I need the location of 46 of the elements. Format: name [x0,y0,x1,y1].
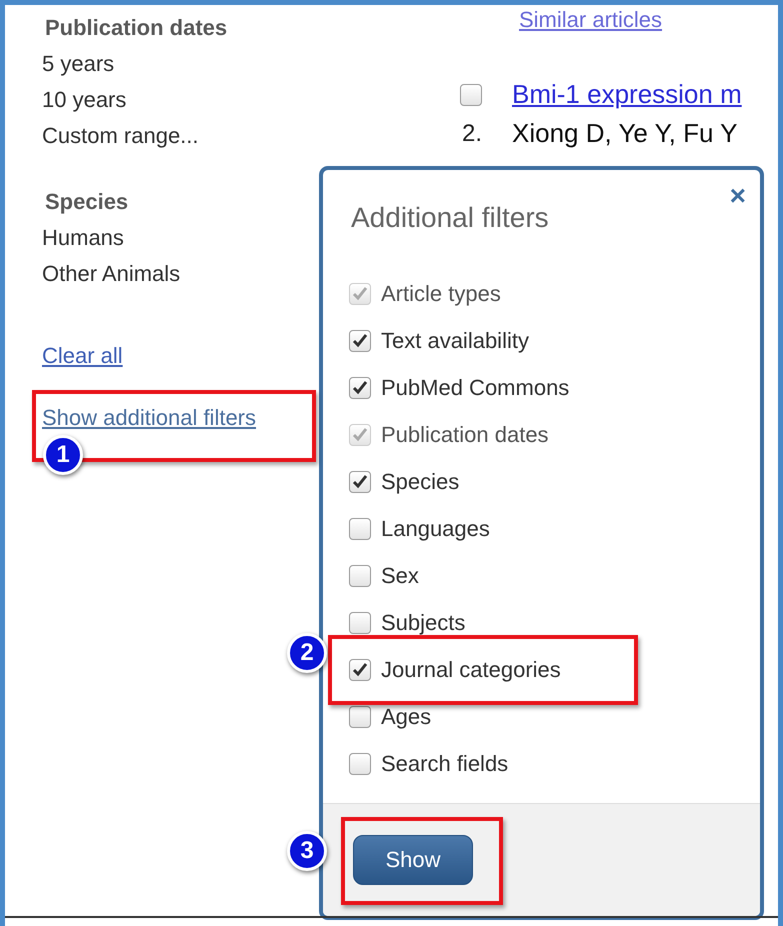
filter-checkbox[interactable] [349,658,371,680]
filter-option[interactable]: 5 years [42,51,305,87]
close-button[interactable]: × [730,182,746,210]
filter-label: Languages [381,516,490,542]
step-number: 3 [287,831,327,871]
show-filters-link[interactable]: Show additional filters [42,405,256,431]
similar-articles-link[interactable]: Similar articles [519,7,662,33]
filter-checkbox[interactable] [349,706,371,728]
filter-option[interactable]: Humans [42,225,305,261]
filter-label: Species [381,468,460,494]
show-button[interactable]: Show [353,835,473,885]
filter-label: Search fields [381,750,508,776]
filter-checkbox[interactable] [349,376,371,398]
filter-option[interactable]: 10 years [42,87,305,123]
filter-label: Ages [381,704,432,730]
filter-option[interactable]: Custom range... [42,123,305,159]
filter-checkbox[interactable] [349,518,371,540]
filter-heading: Publication dates [45,15,228,41]
check-icon [352,380,368,394]
check-icon [352,286,368,300]
filter-heading: Species [45,189,130,215]
result-number: 2. [460,120,482,148]
filter-label: Text availability [381,328,529,354]
filter-label: Publication dates [381,422,549,448]
filter-checkbox[interactable] [349,612,371,634]
step-number: 1 [43,435,83,475]
filter-label: PubMed Commons [381,374,570,400]
check-icon [352,662,368,676]
filter-option[interactable]: Other Animals [42,261,305,297]
article-title-link[interactable]: Bmi-1 expression m [512,79,742,110]
dialog-title: Additional filters [351,202,550,234]
filter-label: Sex [381,562,419,588]
clear-all-link[interactable]: Clear all [42,343,123,369]
filter-label: Journal categories [381,656,561,682]
filter-label: Article types [381,280,501,306]
select-checkbox[interactable] [460,84,482,106]
filter-label: Subjects [381,610,466,636]
filter-checkbox[interactable] [349,752,371,774]
check-icon [352,474,368,488]
step-number: 2 [287,633,327,673]
filter-checkbox[interactable] [349,470,371,492]
filter-checkbox[interactable] [349,330,371,352]
check-icon [352,334,368,348]
check-icon [352,428,368,442]
filter-checkbox[interactable] [349,564,371,586]
author-list: Xiong D, Ye Y, Fu Y [512,118,738,149]
